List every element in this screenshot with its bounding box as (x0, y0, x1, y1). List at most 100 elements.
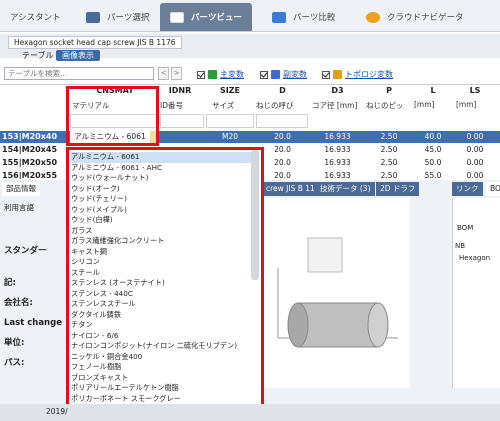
cell: 16.933 (324, 171, 351, 179)
material-option[interactable]: アルミニウム - 6061 - AHC (71, 163, 162, 174)
checkbox[interactable] (260, 70, 268, 79)
document-tab[interactable]: Hexagon socket head cap screw JIS B 1176 (8, 36, 182, 49)
row-id: 155|M20x50 (2, 158, 58, 167)
material-option[interactable]: ダクタイル鋳鉄 (71, 310, 121, 321)
note-label: 記: (4, 278, 16, 288)
material-option[interactable]: ウッド(メイプル) (71, 205, 127, 216)
material-option[interactable]: ブロンズキャスト (71, 373, 128, 384)
material-option[interactable]: アルミニウム - 6061 (71, 152, 251, 163)
col-header[interactable]: L (413, 86, 453, 99)
prev-button[interactable]: < (158, 67, 169, 80)
topo-var-check[interactable]: トポロジ変数 (322, 69, 393, 80)
filter-cell[interactable] (206, 114, 254, 128)
material-option[interactable]: ウッド(白樺) (71, 215, 113, 226)
main-tabbar: アシスタント パーツ選択 パーツビュー パーツ比較 クラウドナビゲータ (0, 0, 500, 32)
cell: 0.00 (466, 158, 484, 167)
main-var-check[interactable]: 主変数 (197, 69, 244, 80)
material-option[interactable]: ガラス (71, 226, 92, 237)
col-subheader: [mm] (456, 100, 477, 109)
check-label: 主変数 (220, 70, 244, 79)
filter-cell[interactable] (256, 114, 308, 128)
path-label: パス: (4, 358, 25, 368)
company-label: 会社名: (4, 298, 33, 308)
standard-label: スタンダー (4, 246, 47, 256)
col-header[interactable]: SIZE (205, 86, 255, 99)
cell: 20.0 (274, 132, 291, 141)
checkbox[interactable] (197, 70, 205, 79)
material-option[interactable]: ナイロンコンポジット(ナイロン 二硫化モリブデン) (71, 341, 237, 352)
cell: 0.00 (466, 132, 484, 141)
tab-assistant[interactable]: アシスタント (0, 4, 74, 30)
material-option[interactable]: ステンレススチール (71, 299, 136, 310)
material-option[interactable]: ポリカーボネート スモークグレー (71, 394, 181, 405)
material-dropdown[interactable]: アルミニウム - 6061 アルミニウム - 6061 - AHC ウッド(ウォール… (66, 147, 264, 421)
material-option[interactable]: フェノール樹脂 (71, 362, 121, 373)
cell: 2.50 (380, 145, 398, 154)
material-option[interactable]: ウッド(オーク) (71, 184, 120, 195)
status-bar: 2019/ (0, 404, 500, 421)
cell: M20 (221, 132, 238, 141)
cell: 16.933 (324, 132, 351, 141)
material-option[interactable]: ステンレス - 440C (71, 289, 133, 300)
material-option[interactable]: ポリアリールエーテルケトン樹脂 (71, 383, 179, 394)
check-label: 副変数 (283, 70, 307, 79)
material-option[interactable]: チタン (71, 320, 93, 331)
bom-tab[interactable]: BOM (457, 224, 473, 232)
cell: 0.00 (466, 145, 484, 154)
cell: 2.50 (380, 171, 398, 179)
filter-cell[interactable] (160, 114, 204, 128)
search-input[interactable] (4, 67, 154, 80)
tab-cad[interactable]: crew JIS B 11 (262, 182, 319, 196)
3d-viewport[interactable] (258, 198, 410, 388)
tab-parts-select[interactable]: パーツ選択 (76, 4, 160, 30)
cell: 16.933 (324, 158, 351, 167)
tab-part-info[interactable]: 部品情報 (2, 182, 40, 196)
material-option[interactable]: スチール (71, 268, 100, 279)
tab-parts-view[interactable]: パーツビュー (160, 3, 252, 31)
tab-bom[interactable]: BO (486, 182, 500, 196)
check-label: トポロジ変数 (345, 70, 393, 79)
dropdown-scrollbar[interactable] (251, 150, 259, 280)
view-cube-icon (307, 237, 343, 273)
next-button[interactable]: > (171, 67, 182, 80)
material-option[interactable]: ナイロン - 6/6 (71, 331, 118, 342)
bom-item[interactable]: Hexagon (459, 254, 490, 262)
material-option[interactable]: ステンレス (オーステナイト) (71, 278, 165, 289)
checkbox[interactable] (322, 70, 330, 79)
material-option[interactable]: ウッド(ウォールナット) (71, 173, 148, 184)
col-subheader: ID番号 (160, 101, 183, 110)
tab-2d-draft[interactable]: 2D ドラフ (376, 182, 420, 196)
subtab-table[interactable]: テーブル (16, 50, 60, 61)
col-header[interactable]: D3 (310, 86, 365, 99)
tab-cloud-navigator[interactable]: クラウドナビゲータ (356, 4, 500, 30)
subtab-image[interactable]: 画像表示 (56, 50, 100, 61)
cell: 0.00 (466, 171, 484, 179)
filter-bar: < > 主変数 副変数 トポロジ変数 (0, 63, 500, 85)
material-option[interactable]: ニッケル・銅合金400 (71, 352, 142, 363)
cloud-icon (366, 11, 380, 23)
col-subheader: コア径 [mm] (312, 101, 358, 110)
cell: 50.0 (424, 158, 442, 167)
tab-tech-data[interactable]: 技術データ (3) (316, 182, 375, 196)
cell: 45.0 (424, 145, 442, 154)
col-subheader: サイズ (212, 101, 235, 110)
gear-icon (170, 11, 184, 23)
col-header[interactable]: LS (453, 86, 497, 99)
col-header[interactable]: D (255, 86, 310, 99)
col-subheader: [mm] (414, 100, 435, 109)
tab-label: パーツ比較 (293, 13, 336, 23)
tab-link[interactable]: リンク (452, 182, 483, 196)
material-option[interactable]: ガラス繊維強化コンクリート (71, 236, 164, 247)
sub-var-check[interactable]: 副変数 (260, 69, 307, 80)
material-option[interactable]: キャスト鋼 (71, 247, 107, 258)
cell: 40.0 (424, 132, 442, 141)
tab-label: パーツビュー (191, 13, 242, 23)
tab-parts-compare[interactable]: パーツ比較 (262, 4, 354, 30)
footer-date: 2019/ (46, 407, 68, 416)
col-header[interactable]: P (365, 86, 413, 99)
bom-panel: BOM NB Hexagon (452, 198, 500, 388)
material-option[interactable]: シリコン (71, 257, 100, 268)
material-option[interactable]: ウッド(チェリー) (71, 194, 127, 205)
col-header[interactable]: IDNR (160, 86, 200, 99)
flag-icon (333, 70, 342, 79)
